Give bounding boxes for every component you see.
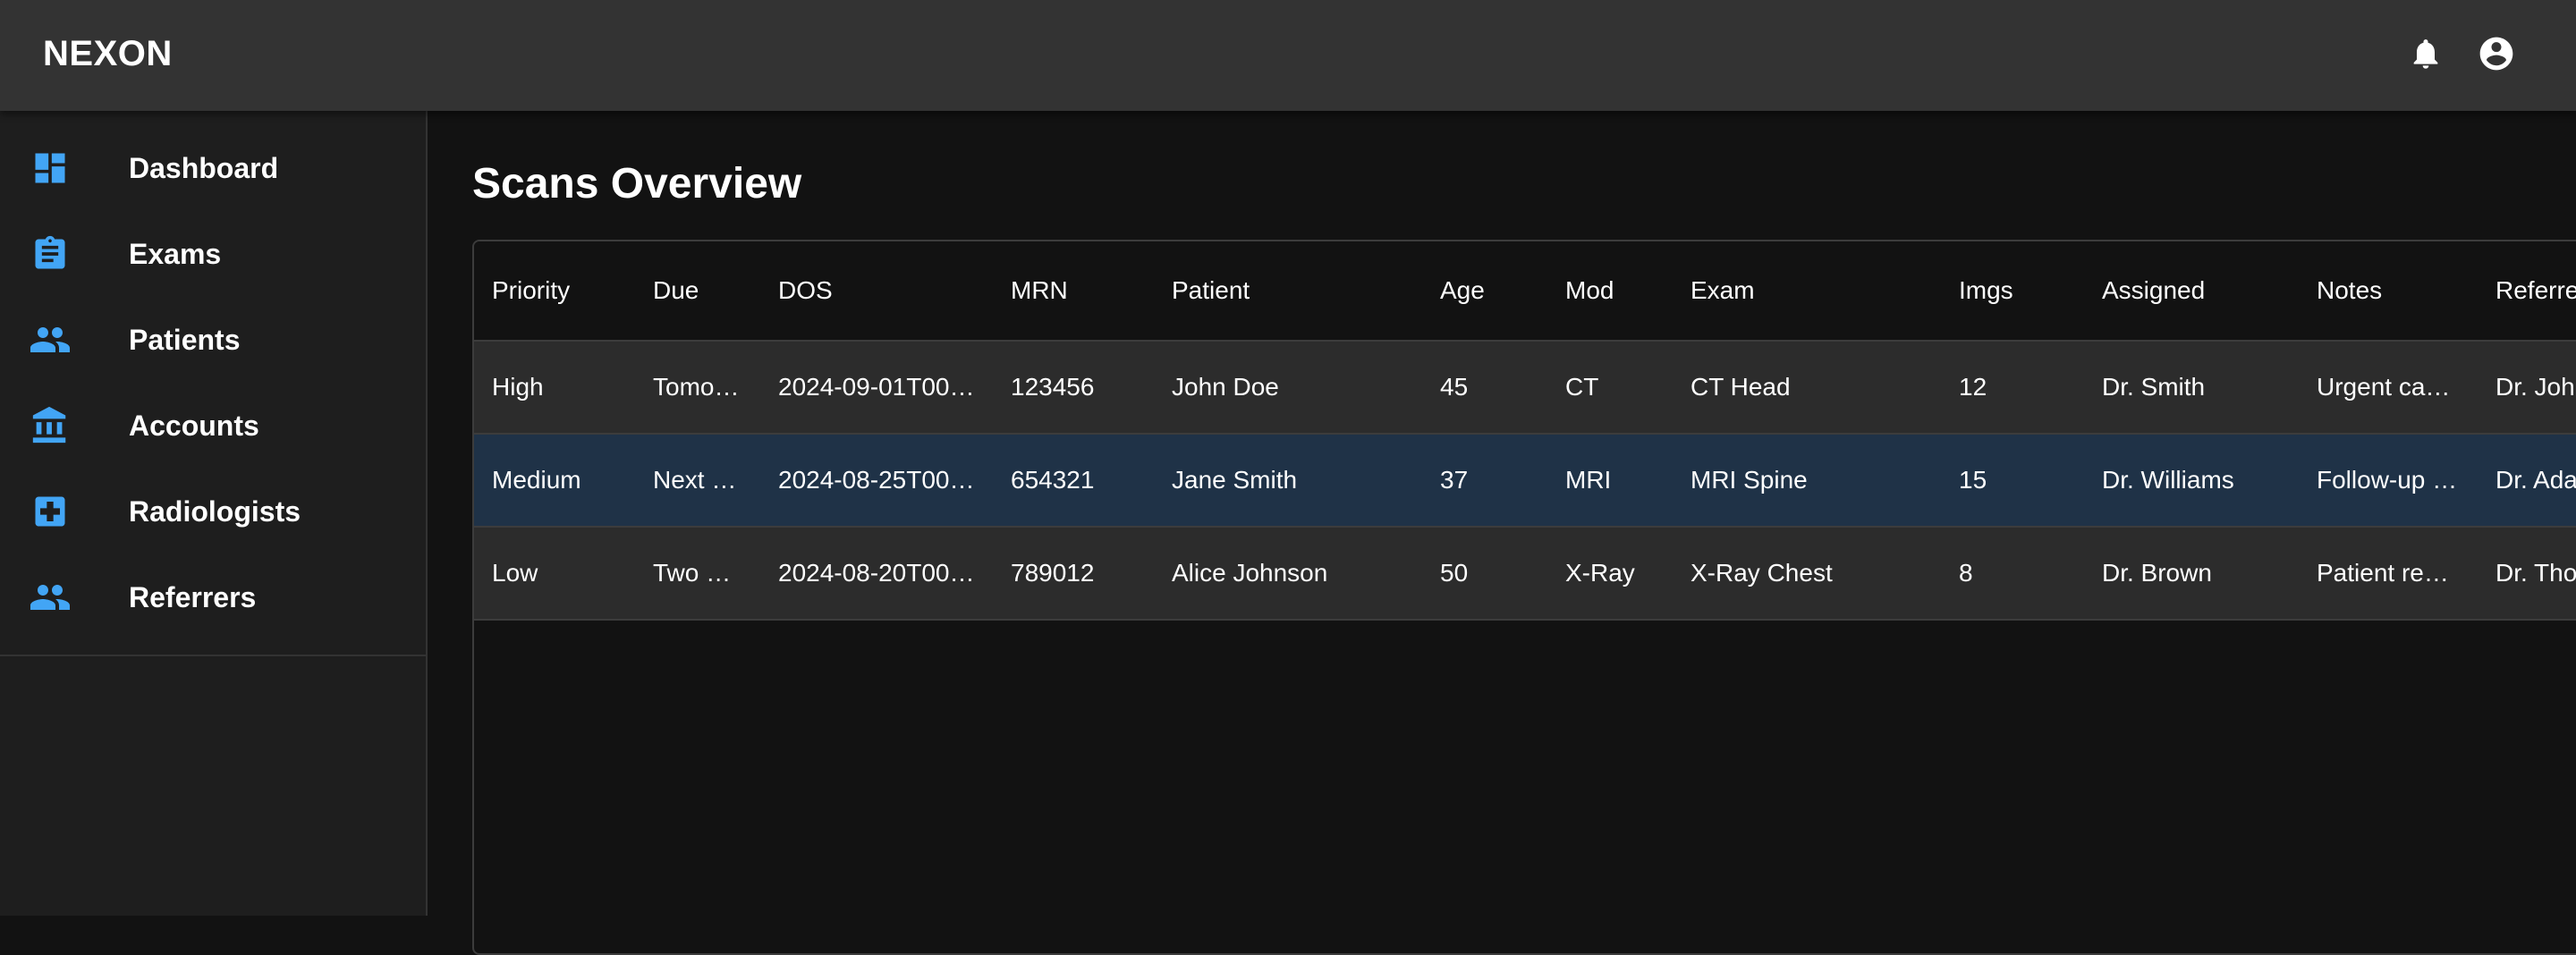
sidebar-item-dashboard[interactable]: Dashboard: [0, 125, 426, 211]
people-icon: [29, 576, 72, 619]
table-cell: 2024-08-25T00…: [778, 466, 975, 494]
dashboard-icon: [29, 147, 72, 190]
table-cell: Patient re…: [2317, 559, 2449, 587]
table-cell: Dr. Ada: [2496, 466, 2576, 494]
table-cell: Dr. Joh: [2496, 373, 2575, 401]
table-cell: 50: [1440, 559, 1469, 587]
table-cell: Medium: [492, 466, 581, 494]
sidebar-item-label: Radiologists: [129, 495, 301, 528]
table-row[interactable]: High Tomo… 2024-09-01T00… 123456 John Do…: [474, 342, 2576, 435]
scans-data-grid: Priority Due DOS MRN Patient Age Mod Exa…: [472, 240, 2576, 955]
clipboard-icon: [29, 232, 72, 275]
table-cell: CT: [1565, 373, 1599, 401]
table-cell: 2024-09-01T00…: [778, 373, 975, 401]
table-row-selected[interactable]: Medium Next … 2024-08-25T00… 654321 Jane…: [474, 435, 2576, 528]
sidebar-item-label: Exams: [129, 238, 222, 270]
table-cell: Jane Smith: [1172, 466, 1298, 494]
column-header[interactable]: MRN: [1011, 241, 1163, 340]
table-cell: Alice Johnson: [1172, 559, 1328, 587]
table-cell: Dr. Williams: [2102, 466, 2234, 494]
sidebar-item-label: Dashboard: [129, 152, 279, 184]
people-icon: [29, 318, 72, 361]
table-cell: 654321: [1011, 466, 1095, 494]
sidebar-item-label: Referrers: [129, 581, 257, 613]
table-cell: 45: [1440, 373, 1469, 401]
table-cell: 8: [1959, 559, 1973, 587]
brand-logo-text: NEXON: [43, 34, 173, 73]
column-header[interactable]: Imgs: [1959, 241, 2093, 340]
column-header[interactable]: Age: [1440, 241, 1556, 340]
column-header[interactable]: Assigned: [2102, 241, 2308, 340]
table-cell: 789012: [1011, 559, 1095, 587]
app-bar: NEXON: [0, 0, 2576, 111]
table-cell: MRI Spine: [1690, 466, 1808, 494]
table-cell: Next …: [653, 466, 737, 494]
medical-plus-icon: [29, 490, 72, 533]
sidebar-divider: [0, 655, 426, 656]
table-cell: 37: [1440, 466, 1469, 494]
table-cell: Low: [492, 559, 538, 587]
sidebar-item-accounts[interactable]: Accounts: [0, 383, 426, 469]
table-cell: High: [492, 373, 544, 401]
table-row[interactable]: Low Two … 2024-08-20T00… 789012 Alice Jo…: [474, 528, 2576, 621]
sidebar-item-label: Accounts: [129, 410, 259, 442]
table-cell: CT Head: [1690, 373, 1791, 401]
column-header[interactable]: Exam: [1690, 241, 1950, 340]
sidebar-item-referrers[interactable]: Referrers: [0, 554, 426, 640]
bank-icon: [29, 404, 72, 447]
sidebar-item-patients[interactable]: Patients: [0, 297, 426, 383]
table-cell: MRI: [1565, 466, 1612, 494]
sidebar-nav: Dashboard Exams Patients Accounts Radiol…: [0, 111, 428, 916]
column-header[interactable]: Patient: [1172, 241, 1431, 340]
table-cell: Tomo…: [653, 373, 740, 401]
column-header[interactable]: Referre: [2496, 241, 2576, 340]
table-cell: Urgent ca…: [2317, 373, 2451, 401]
column-header[interactable]: Due: [653, 241, 769, 340]
column-header[interactable]: DOS: [778, 241, 1002, 340]
page-title: Scans Overview: [472, 160, 802, 207]
table-cell: X-Ray: [1565, 559, 1635, 587]
account-circle-icon[interactable]: [2475, 32, 2518, 75]
table-cell: John Doe: [1172, 373, 1279, 401]
table-header-row: Priority Due DOS MRN Patient Age Mod Exa…: [474, 241, 2576, 342]
table-cell: 2024-08-20T00…: [778, 559, 975, 587]
sidebar-item-exams[interactable]: Exams: [0, 211, 426, 297]
column-header[interactable]: Notes: [2317, 241, 2487, 340]
table-cell: 123456: [1011, 373, 1095, 401]
table-cell: 15: [1959, 466, 1987, 494]
bell-icon[interactable]: [2404, 32, 2447, 75]
column-header[interactable]: Mod: [1565, 241, 1682, 340]
table-cell: X-Ray Chest: [1690, 559, 1833, 587]
table-cell: Two …: [653, 559, 732, 587]
column-header[interactable]: Priority: [492, 241, 644, 340]
table-cell: 12: [1959, 373, 1987, 401]
table-cell: Dr. Tho: [2496, 559, 2576, 587]
table-cell: Dr. Brown: [2102, 559, 2212, 587]
sidebar-item-label: Patients: [129, 324, 241, 356]
sidebar-item-radiologists[interactable]: Radiologists: [0, 469, 426, 554]
table-cell: Dr. Smith: [2102, 373, 2206, 401]
table-cell: Follow-up …: [2317, 466, 2458, 494]
